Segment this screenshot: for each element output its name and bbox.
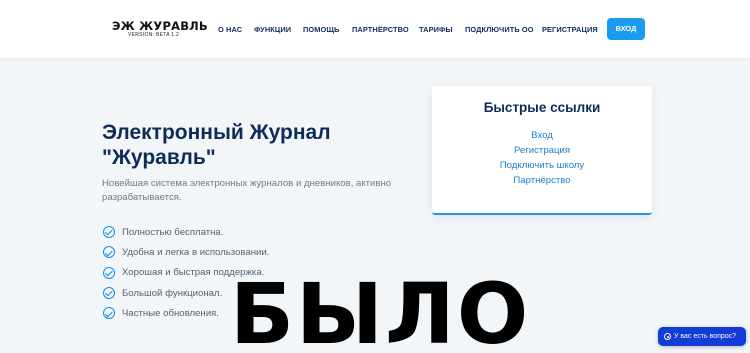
check-circle-icon	[103, 266, 115, 279]
check-circle-icon	[103, 307, 115, 320]
check-circle-icon	[103, 226, 115, 239]
quick-link-login[interactable]: Вход	[432, 128, 652, 143]
quick-link-connect-school[interactable]: Подключить школу	[432, 158, 652, 173]
hero-description: Новейшая система электронных журналов и …	[102, 178, 392, 203]
logo-title: ЭЖ ЖУРАВЛЬ	[112, 19, 208, 33]
feature-text: Большой функционал.	[122, 287, 223, 299]
nav-features[interactable]: ФУНКЦИИ	[254, 25, 291, 35]
check-circle-icon	[103, 246, 115, 259]
quick-links-card: Быстрые ссылки Вход Регистрация Подключи…	[432, 86, 652, 215]
nav-about[interactable]: О НАС	[218, 25, 242, 35]
nav-registration[interactable]: РЕГИСТРАЦИЯ	[542, 25, 598, 35]
quick-links-title: Быстрые ссылки	[483, 100, 601, 115]
nav-partnership[interactable]: ПАРТНЁРСТВО	[352, 25, 409, 35]
feature-text: Частные обновления.	[122, 307, 219, 319]
feature-item: Полностью бесплатна.	[103, 222, 269, 242]
feature-item: Удобна и легка в использовании.	[103, 242, 269, 262]
check-circle-icon	[103, 287, 115, 300]
site-header: ЭЖ ЖУРАВЛЬ VERSION: BETA 1.2 О НАС ФУНКЦ…	[0, 0, 750, 58]
quick-link-registration[interactable]: Регистрация	[432, 143, 652, 158]
nav-help[interactable]: ПОМОЩЬ	[303, 25, 339, 35]
chat-label: У вас есть вопрос?	[674, 333, 737, 340]
feature-text: Полностью бесплатна.	[122, 226, 224, 238]
quick-links-list: Вход Регистрация Подключить школу Партнё…	[432, 128, 652, 188]
hero-title-line2: "Журавль"	[102, 146, 216, 169]
chat-icon	[664, 333, 671, 340]
hero-title: Электронный Журнал "Журавль"	[102, 120, 422, 170]
login-button[interactable]: ВХОД	[607, 18, 645, 40]
overlay-caption: БЫЛО	[230, 265, 531, 353]
nav-tariffs[interactable]: ТАРИФЫ	[419, 25, 453, 35]
quick-link-partnership[interactable]: Партнёрство	[432, 173, 652, 188]
feature-text: Удобна и легка в использовании.	[122, 246, 270, 258]
logo[interactable]: ЭЖ ЖУРАВЛЬ VERSION: BETA 1.2	[112, 20, 208, 38]
chat-button[interactable]: У вас есть вопрос?	[658, 327, 746, 346]
nav-connect-school[interactable]: ПОДКЛЮЧИТЬ ОО	[465, 25, 534, 35]
hero-title-line1: Электронный Журнал	[102, 121, 331, 144]
